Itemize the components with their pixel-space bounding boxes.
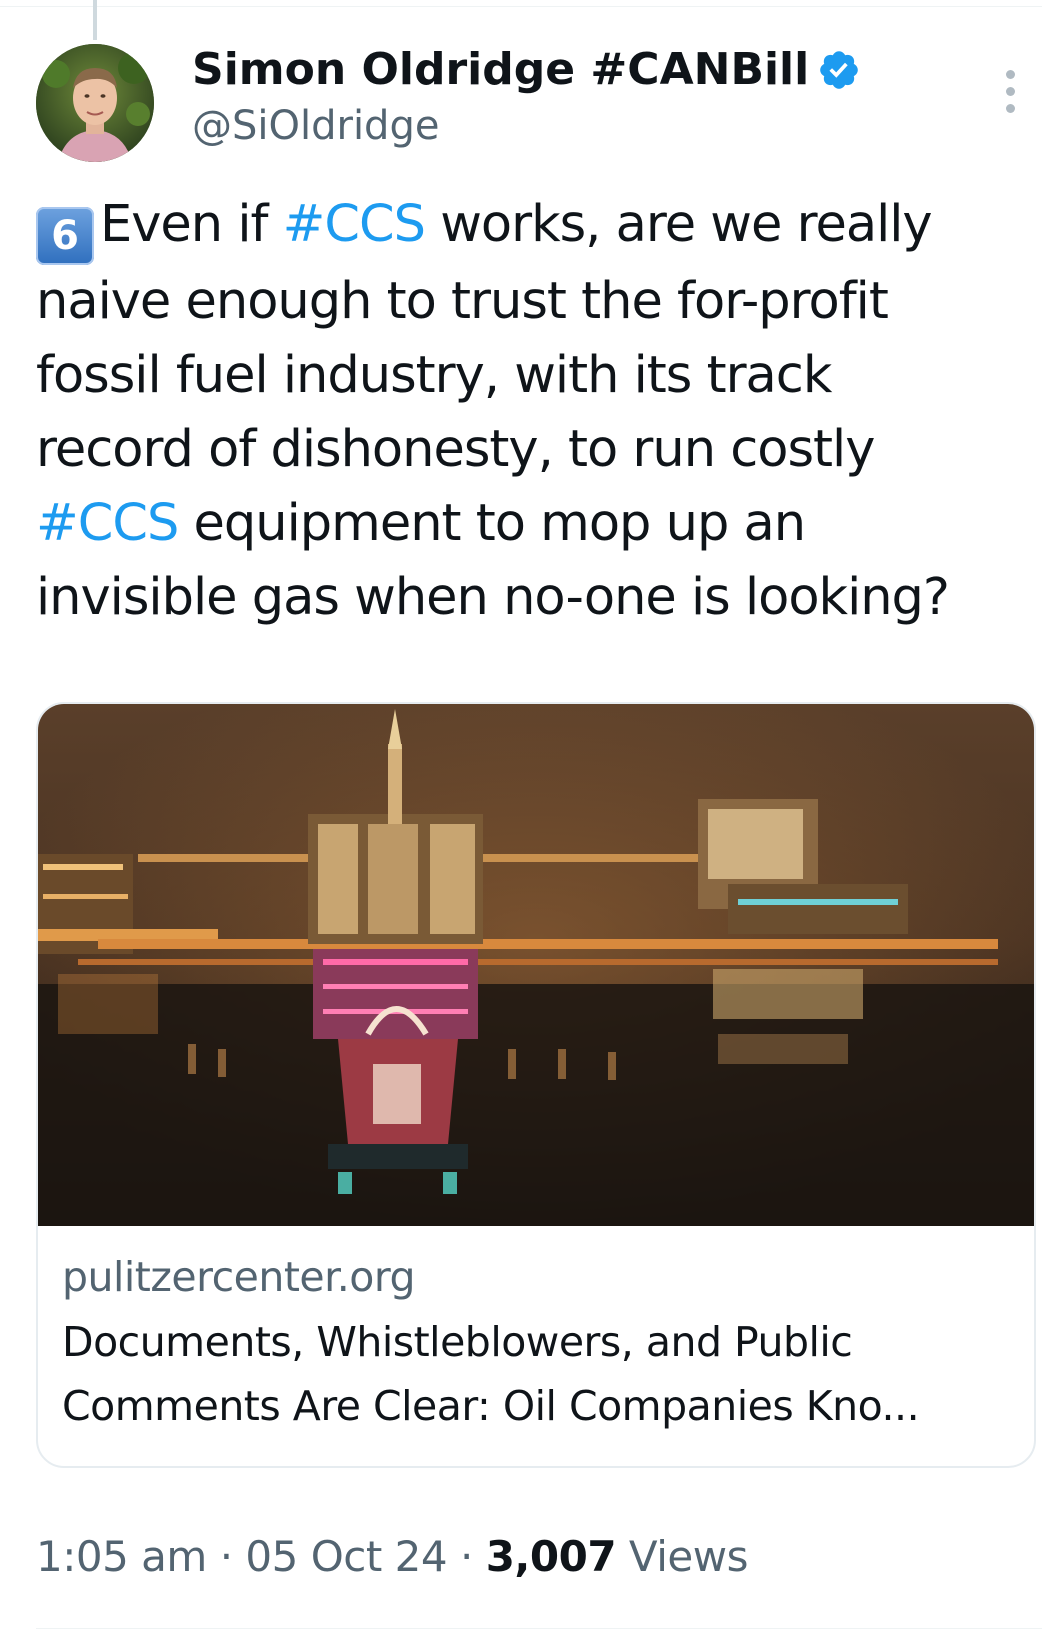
tweet-time[interactable]: 1:05 am (36, 1532, 207, 1581)
author-block: Simon Oldridge #CANBill @SiOldridge (192, 40, 861, 152)
card-domain[interactable]: pulitzercenter.org (62, 1248, 1012, 1306)
tweet-text-segment: invisible gas when no-one is looking? (36, 568, 950, 627)
meta-separator: · (219, 1532, 233, 1581)
tweet-text-segment: fossil fuel industry, with its track (36, 346, 832, 405)
card-title-line-2: Comments Are Clear: Oil Companies Kno... (62, 1382, 920, 1430)
hashtag-link[interactable]: #CCS (36, 494, 179, 553)
avatar-photo (36, 44, 154, 162)
tweet-text-line: #CCS equipment to mop up an (36, 487, 1036, 561)
link-preview-card[interactable]: pulitzercenter.org Documents, Whistleblo… (36, 702, 1036, 1468)
tweet-text: 6 Even if #CCS works, are we really naive … (36, 188, 1036, 635)
tweet-text-line: record of dishonesty, to run costly (36, 413, 1036, 487)
card-title[interactable]: Documents, Whistleblowers, and Public Co… (62, 1310, 1012, 1438)
tweet-meta: 1:05 am · 05 Oct 24 · 3,007 Views (36, 1528, 748, 1586)
author-handle[interactable]: @SiOldridge (192, 100, 861, 152)
tweet-text-line: fossil fuel industry, with its track (36, 339, 1036, 413)
card-meta: pulitzercenter.org Documents, Whistleblo… (62, 1248, 1012, 1438)
tweet-text-line: naive enough to trust the for-profit (36, 265, 1036, 339)
tweet-text-segment: equipment to mop up an (178, 494, 807, 553)
meta-separator: · (459, 1532, 473, 1581)
tweet-date[interactable]: 05 Oct 24 (245, 1532, 447, 1581)
top-divider (0, 6, 1042, 7)
hashtag-link[interactable]: #CCS (283, 195, 426, 254)
views-count: 3,007 (485, 1532, 617, 1581)
tweet-text-line: 6 Even if #CCS works, are we really (36, 188, 1036, 265)
thread-connector-line (93, 0, 97, 40)
offshore-platform-image (38, 704, 1034, 1226)
bottom-divider (36, 1628, 1042, 1629)
tweet-text-line: invisible gas when no-one is looking? (36, 561, 1036, 635)
author-display-name[interactable]: Simon Oldridge #CANBill (192, 40, 809, 100)
avatar[interactable] (36, 44, 154, 162)
tweet-text-segment: naive enough to trust the for-profit (36, 272, 889, 331)
tweet-text-segment: works, are we really (424, 195, 932, 254)
verified-badge-icon (820, 51, 859, 89)
card-title-line-1: Documents, Whistleblowers, and Public (62, 1318, 853, 1366)
tweet-text-segment: Even if (100, 195, 283, 254)
views-label: Views (628, 1532, 749, 1581)
keycap-digit-six-icon: 6 (36, 207, 94, 265)
card-image[interactable] (38, 704, 1034, 1226)
tweet-text-segment: record of dishonesty, to run costly (36, 420, 875, 479)
more-options-icon[interactable] (1000, 70, 1020, 120)
